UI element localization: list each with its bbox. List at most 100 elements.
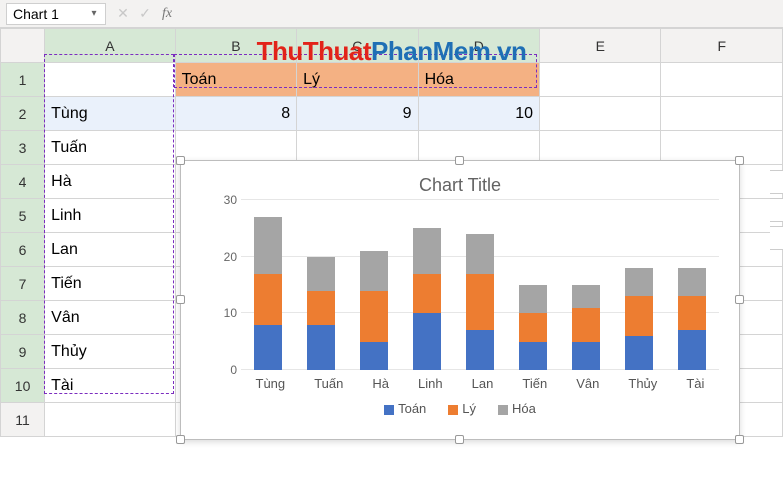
cell-a2[interactable]: Tùng	[45, 97, 176, 131]
cell-f1[interactable]	[661, 63, 783, 97]
cell-b1[interactable]: Toán	[175, 63, 296, 97]
cell-a1[interactable]	[45, 63, 176, 97]
resize-handle-se[interactable]	[735, 435, 744, 444]
chart-filters-button[interactable]	[770, 226, 783, 250]
col-header-a[interactable]: A	[45, 29, 176, 63]
bar-segment[interactable]	[466, 274, 494, 331]
row-header-9[interactable]: 9	[1, 335, 45, 369]
cell-a6[interactable]: Lan	[45, 233, 176, 267]
bar-segment[interactable]	[572, 308, 600, 342]
row-header-5[interactable]: 5	[1, 199, 45, 233]
resize-handle-n[interactable]	[455, 156, 464, 165]
embedded-chart[interactable]: Chart Title 0102030 TùngTuấnHàLinhLanTiế…	[180, 160, 740, 440]
confirm-formula-button: ✓	[134, 5, 156, 22]
bar-segment[interactable]	[678, 268, 706, 296]
bar-segment[interactable]	[572, 285, 600, 308]
cell-c1[interactable]: Lý	[297, 63, 418, 97]
bar-segment[interactable]	[625, 268, 653, 296]
legend-item[interactable]: Lý	[448, 401, 476, 416]
col-header-b[interactable]: B	[175, 29, 296, 63]
cell-a3[interactable]: Tuấn	[45, 131, 176, 165]
chart-elements-button[interactable]	[770, 170, 783, 194]
resize-handle-sw[interactable]	[176, 435, 185, 444]
cell-f2[interactable]	[661, 97, 783, 131]
bar-Tuấn[interactable]	[307, 257, 335, 370]
row-header-1[interactable]: 1	[1, 63, 45, 97]
bar-segment[interactable]	[519, 342, 547, 370]
bar-segment[interactable]	[572, 342, 600, 370]
bar-segment[interactable]	[466, 234, 494, 274]
cell-a4[interactable]: Hà	[45, 165, 176, 199]
bar-segment[interactable]	[254, 217, 282, 274]
row-header-7[interactable]: 7	[1, 267, 45, 301]
row-header-8[interactable]: 8	[1, 301, 45, 335]
chevron-down-icon[interactable]: ▾	[89, 8, 99, 19]
bar-Tùng[interactable]	[254, 217, 282, 370]
resize-handle-ne[interactable]	[735, 156, 744, 165]
legend-item[interactable]: Hóa	[498, 401, 536, 416]
bar-Linh[interactable]	[413, 228, 441, 370]
bar-segment[interactable]	[307, 257, 335, 291]
bar-Tài[interactable]	[678, 268, 706, 370]
row-header-10[interactable]: 10	[1, 369, 45, 403]
bar-Tiến[interactable]	[519, 285, 547, 370]
cell-a10[interactable]: Tài	[45, 369, 176, 403]
cell-a7[interactable]: Tiến	[45, 267, 176, 301]
bar-segment[interactable]	[360, 342, 388, 370]
name-box[interactable]: Chart 1 ▾	[6, 3, 106, 25]
chart-title[interactable]: Chart Title	[181, 161, 739, 200]
formula-input[interactable]	[178, 3, 783, 25]
bar-Vân[interactable]	[572, 285, 600, 370]
chart-styles-button[interactable]	[770, 198, 783, 222]
name-box-value: Chart 1	[13, 6, 59, 22]
cell-a8[interactable]: Vân	[45, 301, 176, 335]
x-label: Hà	[372, 376, 389, 391]
chart-legend[interactable]: Toán Lý Hóa	[181, 391, 739, 426]
cell-d2[interactable]: 10	[418, 97, 539, 131]
bar-Lan[interactable]	[466, 234, 494, 370]
bar-segment[interactable]	[625, 296, 653, 336]
resize-handle-e[interactable]	[735, 295, 744, 304]
col-header-d[interactable]: D	[418, 29, 539, 63]
bar-segment[interactable]	[360, 251, 388, 291]
cell-b2[interactable]: 8	[175, 97, 296, 131]
row-header-6[interactable]: 6	[1, 233, 45, 267]
bar-segment[interactable]	[254, 325, 282, 370]
resize-handle-nw[interactable]	[176, 156, 185, 165]
cell-d1[interactable]: Hóa	[418, 63, 539, 97]
bar-segment[interactable]	[519, 313, 547, 341]
bar-segment[interactable]	[625, 336, 653, 370]
col-header-e[interactable]: E	[540, 29, 661, 63]
bar-segment[interactable]	[307, 291, 335, 325]
fx-icon[interactable]: fx	[156, 6, 178, 22]
col-header-c[interactable]: C	[297, 29, 418, 63]
bar-segment[interactable]	[413, 313, 441, 370]
row-header-4[interactable]: 4	[1, 165, 45, 199]
row-header-2[interactable]: 2	[1, 97, 45, 131]
cell-e2[interactable]	[540, 97, 661, 131]
bar-segment[interactable]	[466, 330, 494, 370]
row-header-3[interactable]: 3	[1, 131, 45, 165]
bar-segment[interactable]	[254, 274, 282, 325]
cell-a5[interactable]: Linh	[45, 199, 176, 233]
chart-plot-area[interactable]: 0102030	[241, 200, 719, 370]
cell-c2[interactable]: 9	[297, 97, 418, 131]
y-tick: 10	[224, 306, 237, 320]
bar-segment[interactable]	[678, 330, 706, 370]
bar-Thủy[interactable]	[625, 268, 653, 370]
bar-segment[interactable]	[519, 285, 547, 313]
resize-handle-s[interactable]	[455, 435, 464, 444]
row-header-11[interactable]: 11	[1, 403, 45, 437]
bar-segment[interactable]	[678, 296, 706, 330]
bar-Hà[interactable]	[360, 251, 388, 370]
col-header-f[interactable]: F	[661, 29, 783, 63]
bar-segment[interactable]	[413, 228, 441, 273]
cell-e1[interactable]	[540, 63, 661, 97]
select-all-corner[interactable]	[1, 29, 45, 63]
legend-item[interactable]: Toán	[384, 401, 426, 416]
bar-segment[interactable]	[360, 291, 388, 342]
bar-segment[interactable]	[413, 274, 441, 314]
bar-segment[interactable]	[307, 325, 335, 370]
resize-handle-w[interactable]	[176, 295, 185, 304]
cell-a9[interactable]: Thủy	[45, 335, 176, 369]
